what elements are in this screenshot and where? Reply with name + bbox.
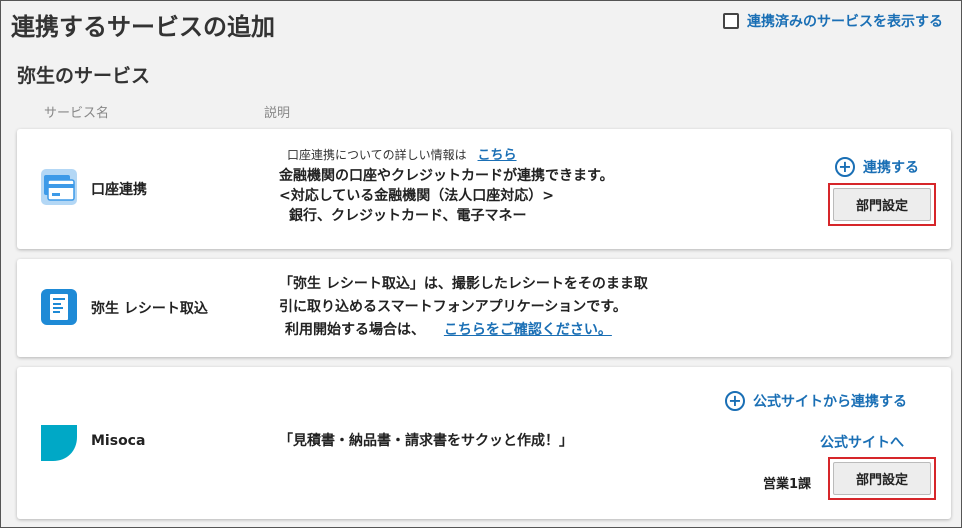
dept-settings-button[interactable]: 部門設定 [833, 462, 931, 495]
dept-label: 営業1課 [763, 477, 812, 492]
service-card-misoca: Misoca 「見積書・納品書・請求書をサクッと作成！」 + 公式サイトから連携… [17, 367, 951, 519]
bank-card-icon [41, 169, 77, 209]
official-site-link-label: 公式サイトから連携する [753, 394, 907, 410]
desc-line: 利用開始する場合は、 [285, 322, 425, 338]
desc-line: 引に取り込めるスマートフォンアプリケーションです。 [279, 299, 627, 315]
page-title: 連携するサービスの追加 [11, 13, 275, 41]
desc-line: 「弥生 レシート取込」は、撮影したレシートをそのまま取 [279, 276, 648, 292]
link-button-label: 連携する [863, 160, 919, 176]
column-header-name: サービス名 [44, 106, 110, 121]
official-site-link[interactable]: 公式サイトへ [820, 432, 904, 452]
info-text: 口座連携についての詳しい情報は [287, 148, 467, 162]
column-header-description: 説明 [264, 106, 291, 121]
info-link[interactable]: こちら [478, 148, 517, 163]
confirm-link[interactable]: こちらをご確認ください。 [444, 322, 612, 338]
link-button[interactable]: + 連携する [835, 157, 919, 177]
receipt-app-icon [41, 289, 77, 329]
service-card-account-link: 口座連携 口座連携についての詳しい情報は こちら 金融機関の口座やクレジットカー… [17, 129, 951, 249]
plus-circle-icon: + [725, 391, 745, 411]
service-name: 弥生 レシート取込 [91, 301, 208, 317]
section-title: 弥生のサービス [17, 65, 151, 87]
service-card-receipt-import: 弥生 レシート取込 「弥生 レシート取込」は、撮影したレシートをそのまま取 引に… [17, 259, 951, 357]
service-name: 口座連携 [91, 182, 147, 198]
window-frame: 連携するサービスの追加 連携済みのサービスを表示する 弥生のサービス サービス名… [0, 0, 962, 528]
dept-button-highlight: 部門設定 [828, 457, 936, 500]
show-linked-label: 連携済みのサービスを表示する [747, 14, 943, 30]
desc-line: <対応している金融機関（法人口座対応）> [279, 188, 555, 204]
dept-settings-button[interactable]: 部門設定 [833, 188, 931, 221]
show-linked-checkbox[interactable] [723, 13, 739, 29]
show-linked-toggle[interactable]: 連携済みのサービスを表示する [723, 11, 943, 31]
plus-circle-icon: + [835, 157, 855, 177]
desc-line: 金融機関の口座やクレジットカードが連携できます。 [279, 168, 614, 184]
dept-button-highlight: 部門設定 [828, 183, 936, 226]
desc-line: 銀行、クレジットカード、電子マネー [289, 208, 527, 224]
service-description: 「見積書・納品書・請求書をサクッと作成！」 [279, 433, 573, 449]
service-name: Misoca [91, 433, 146, 449]
service-description: 口座連携についての詳しい情報は こちら 金融機関の口座やクレジットカードが連携で… [279, 145, 614, 226]
official-site-link-button[interactable]: + 公式サイトから連携する [725, 391, 907, 411]
service-description: 「弥生 レシート取込」は、撮影したレシートをそのまま取 引に取り込めるスマートフ… [279, 273, 648, 342]
misoca-logo-icon [41, 425, 77, 465]
